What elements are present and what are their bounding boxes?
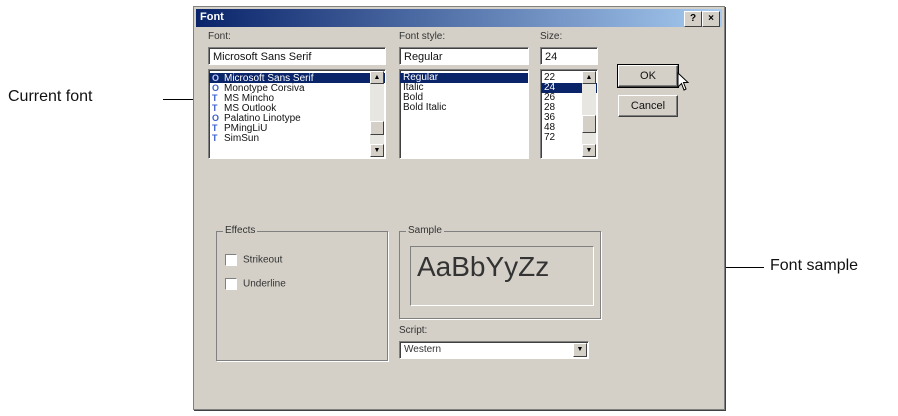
scroll-down-icon[interactable]: ▼ (370, 144, 384, 157)
script-label: Script: (399, 325, 428, 336)
font-label: Font: (208, 31, 231, 42)
strikeout-checkbox[interactable]: Strikeout (225, 254, 282, 266)
font-style-label: Font style: (399, 31, 446, 42)
scroll-down-icon[interactable]: ▼ (582, 144, 596, 157)
sample-preview: AaBbYyZz (410, 246, 594, 306)
size-list[interactable]: 22 24 26 28 36 48 72 ▲ ▼ (540, 69, 598, 159)
scroll-up-icon[interactable]: ▲ (582, 71, 596, 84)
font-dialog: Font ? × Font: Microsoft Sans Serif O Mic… (193, 6, 725, 410)
underline-checkbox[interactable]: Underline (225, 278, 286, 290)
title-bar: Font ? × (196, 9, 722, 27)
font-name-input[interactable]: Microsoft Sans Serif (208, 47, 386, 65)
font-list-scrollbar[interactable]: ▲ ▼ (370, 71, 384, 157)
truetype-font-icon: T (212, 93, 218, 103)
size-list-scrollbar[interactable]: ▲ ▼ (582, 71, 596, 157)
size-input[interactable]: 24 (540, 47, 598, 65)
opentype-font-icon: O (212, 73, 220, 83)
list-item[interactable]: Bold Italic (400, 103, 528, 113)
effects-group-title: Effects (223, 225, 258, 236)
font-list[interactable]: O Microsoft Sans Serif O Monotype Corsiva T M… (208, 69, 386, 159)
list-item[interactable]: O Microsoft Sans Serif (209, 73, 385, 84)
font-style-list[interactable]: Regular Italic Bold Bold Italic (399, 69, 529, 159)
underline-label: Underline (243, 278, 286, 290)
list-item[interactable]: T MS Mincho (209, 93, 385, 104)
ok-button[interactable]: OK (617, 64, 679, 88)
font-sample-callout: Font sample (770, 257, 859, 274)
checkbox-box[interactable] (225, 278, 237, 290)
list-item[interactable]: T MS Outlook (209, 103, 385, 114)
chevron-down-icon[interactable]: ▼ (573, 343, 587, 357)
mouse-pointer-icon (677, 72, 690, 91)
cancel-button[interactable]: Cancel (618, 95, 678, 117)
truetype-font-icon: T (212, 103, 218, 113)
sample-group-title: Sample (406, 225, 444, 236)
script-value: Western (404, 344, 442, 355)
opentype-font-icon: O (212, 83, 220, 93)
sample-text: AaBbYyZz (417, 251, 550, 282)
help-button[interactable]: ? (684, 11, 702, 27)
truetype-font-icon: T (212, 123, 218, 133)
script-select[interactable]: Western ▼ (399, 341, 589, 359)
scroll-up-icon[interactable]: ▲ (370, 71, 384, 84)
list-item-label: SimSun (224, 133, 260, 144)
current-font-callout: Current font (8, 88, 93, 105)
effects-group: Effects Strikeout Underline (216, 225, 388, 361)
size-label: Size: (540, 31, 563, 42)
truetype-font-icon: T (212, 133, 218, 143)
dialog-title: Font (200, 11, 224, 23)
list-item[interactable]: O Monotype Corsiva (209, 83, 385, 94)
opentype-font-icon: O (212, 113, 220, 123)
list-item[interactable]: O Palatino Linotype (209, 113, 385, 124)
list-item-label: Bold Italic (403, 102, 447, 113)
sample-group: Sample AaBbYyZz (399, 225, 601, 319)
list-item[interactable]: T SimSun (209, 133, 385, 144)
font-style-input[interactable]: Regular (399, 47, 529, 65)
list-item-label: 72 (544, 132, 556, 143)
strikeout-label: Strikeout (243, 254, 283, 266)
scroll-thumb[interactable] (582, 115, 596, 133)
list-item[interactable]: T PMingLiU (209, 123, 385, 134)
scroll-thumb[interactable] (370, 121, 384, 135)
close-button[interactable]: × (702, 11, 720, 27)
checkbox-box[interactable] (225, 254, 237, 266)
